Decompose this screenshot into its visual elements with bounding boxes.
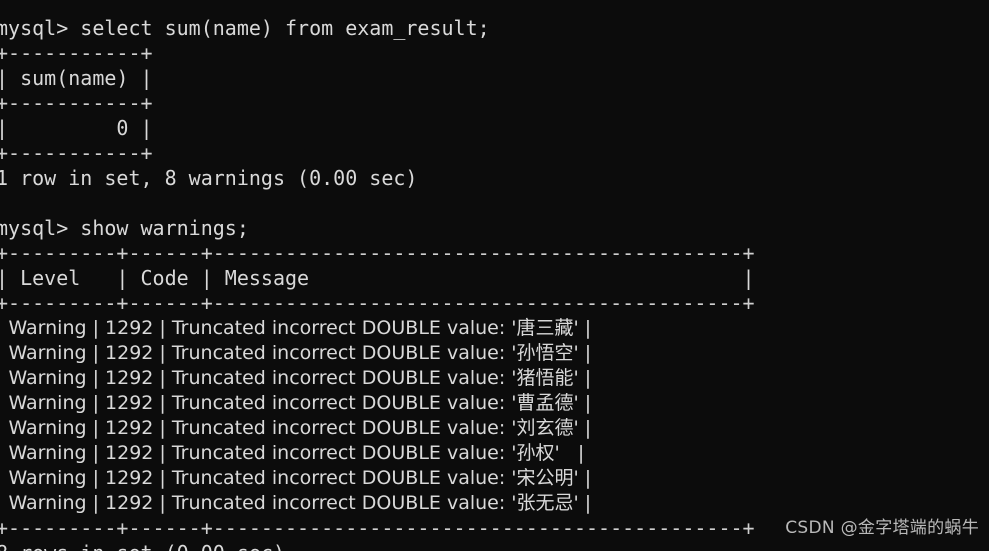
result-table-data-row: | 0 | <box>0 116 153 140</box>
warnings-table-row: | Warning | 1292 | Truncated incorrect D… <box>0 417 592 439</box>
command-line-select-sum: mysql> select sum(name) from exam_result… <box>0 16 490 40</box>
csdn-watermark: CSDN @金字塔端的蜗牛 <box>785 518 979 538</box>
warnings-table-mid-rule: +---------+------+----------------------… <box>0 291 755 315</box>
warnings-table-row: | Warning | 1292 | Truncated incorrect D… <box>0 367 592 389</box>
result-status-line: 1 row in set, 8 warnings (0.00 sec) <box>0 166 418 190</box>
result-table-mid-rule: +-----------+ <box>0 91 153 115</box>
result-table-header-row: | sum(name) | <box>0 66 153 90</box>
warnings-table-row: | Warning | 1292 | Truncated incorrect D… <box>0 317 592 339</box>
warnings-table-row: | Warning | 1292 | Truncated incorrect D… <box>0 492 592 514</box>
warnings-table-row: | Warning | 1292 | Truncated incorrect D… <box>0 342 592 364</box>
terminal-output-area: mysql> select sum(name) from exam_result… <box>0 16 989 551</box>
warnings-table-row: | Warning | 1292 | Truncated incorrect D… <box>0 467 592 489</box>
mysql-terminal-window[interactable]: mysql> select sum(name) from exam_result… <box>0 0 989 551</box>
warnings-status-line: 8 rows in set (0.00 sec) <box>0 541 989 551</box>
command-line-show-warnings: mysql> show warnings; <box>0 216 249 240</box>
warnings-table-row: | Warning | 1292 | Truncated incorrect D… <box>0 392 592 414</box>
warnings-table-row: | Warning | 1292 | Truncated incorrect D… <box>0 442 585 464</box>
warnings-table-header-row: | Level | Code | Message | <box>0 266 755 290</box>
result-table-top-rule: +-----------+ <box>0 41 153 65</box>
warnings-table-top-rule: +---------+------+----------------------… <box>0 241 755 265</box>
result-table-bottom-rule: +-----------+ <box>0 141 153 165</box>
